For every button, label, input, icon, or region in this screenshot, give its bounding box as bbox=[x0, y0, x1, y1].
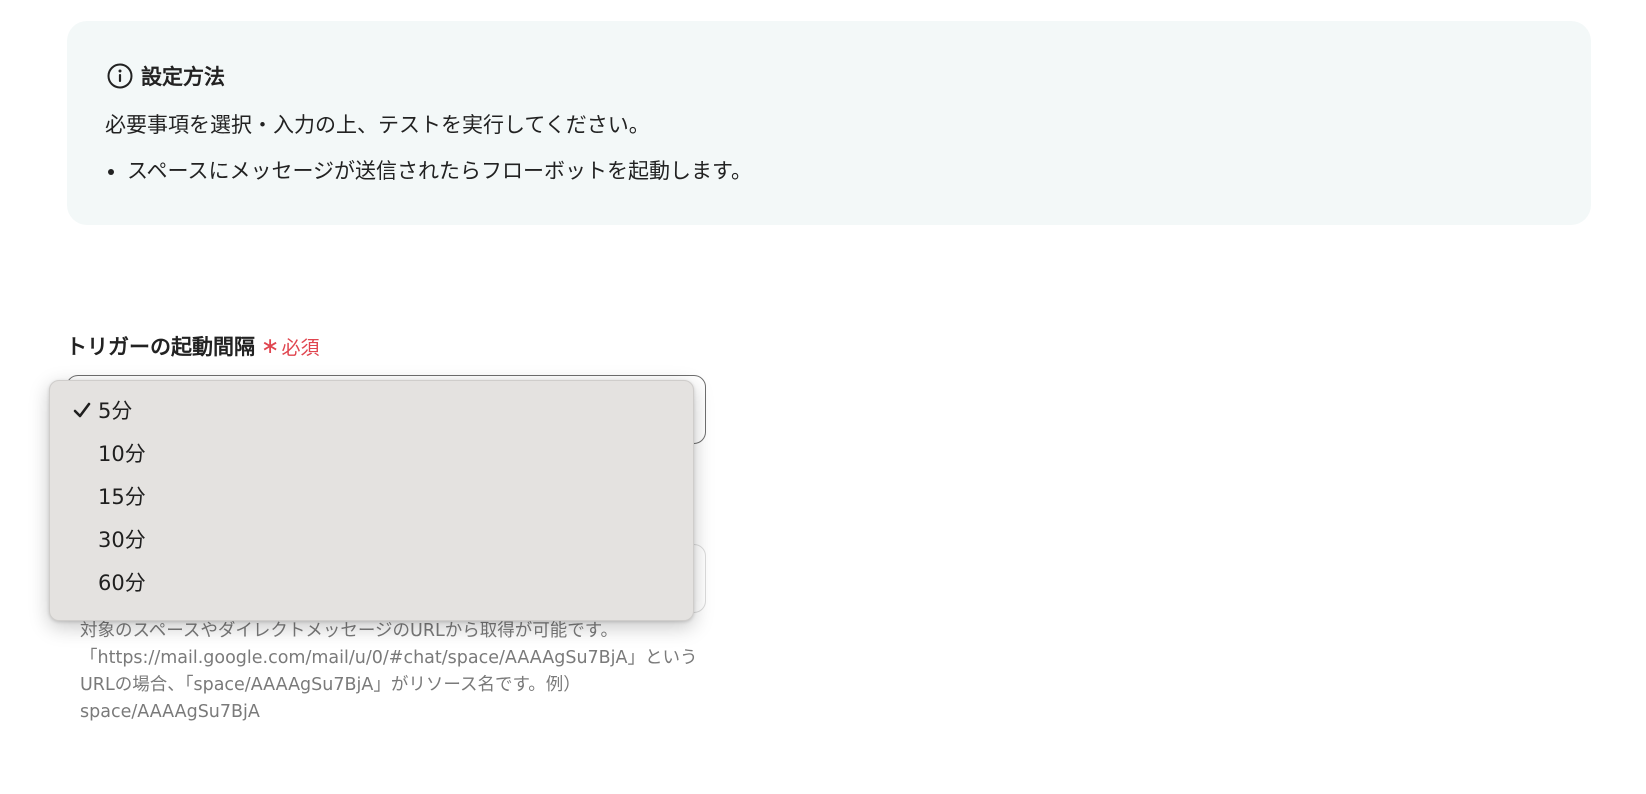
checkmark-icon bbox=[50, 400, 98, 420]
dropdown-option-label: 30分 bbox=[98, 528, 146, 552]
dropdown-option-10min[interactable]: 10分 bbox=[50, 433, 693, 473]
setup-instructions-title: 設定方法 bbox=[141, 65, 225, 89]
required-badge: 必須 bbox=[281, 336, 320, 359]
dropdown-option-label: 60分 bbox=[98, 571, 146, 595]
setup-instructions-list: スペースにメッセージが送信されたらフローボットを起動します。 bbox=[105, 155, 752, 185]
dropdown-option-label: 15分 bbox=[98, 485, 146, 509]
resource-name-help-text: 対象のスペースやダイレクトメッセージのURLから取得が可能です。 「https:… bbox=[80, 618, 720, 726]
required-asterisk: ∗ bbox=[261, 333, 280, 359]
setup-instructions-panel: 設定方法 必要事項を選択・入力の上、テストを実行してください。 スペースにメッセ… bbox=[67, 21, 1591, 225]
trigger-interval-dropdown-menu: 5分 10分 15分 30分 60分 bbox=[49, 380, 694, 621]
help-line: space/AAAAgSu7BjA bbox=[80, 702, 260, 722]
setup-instructions-description: 必要事項を選択・入力の上、テストを実行してください。 bbox=[105, 113, 650, 137]
help-line: 対象のスペースやダイレクトメッセージのURLから取得が可能です。 bbox=[80, 621, 619, 641]
setup-instructions-bullet: スペースにメッセージが送信されたらフローボットを起動します。 bbox=[127, 155, 752, 185]
dropdown-option-label: 10分 bbox=[98, 442, 146, 466]
dropdown-option-label: 5分 bbox=[98, 399, 133, 423]
dropdown-option-30min[interactable]: 30分 bbox=[50, 519, 693, 559]
dropdown-option-15min[interactable]: 15分 bbox=[50, 476, 693, 516]
trigger-interval-label-row: トリガーの起動間隔 ∗ 必須 bbox=[66, 331, 319, 361]
dropdown-option-5min[interactable]: 5分 bbox=[50, 390, 693, 430]
help-line: URLの場合、「space/AAAAgSu7BjA」がリソース名です。例） bbox=[80, 675, 581, 695]
dropdown-option-60min[interactable]: 60分 bbox=[50, 562, 693, 602]
help-line: 「https://mail.google.com/mail/u/0/#chat/… bbox=[80, 648, 698, 668]
info-circle-icon bbox=[107, 63, 133, 89]
trigger-interval-label: トリガーの起動間隔 bbox=[66, 335, 255, 359]
setup-instructions-header: 設定方法 bbox=[107, 61, 225, 91]
